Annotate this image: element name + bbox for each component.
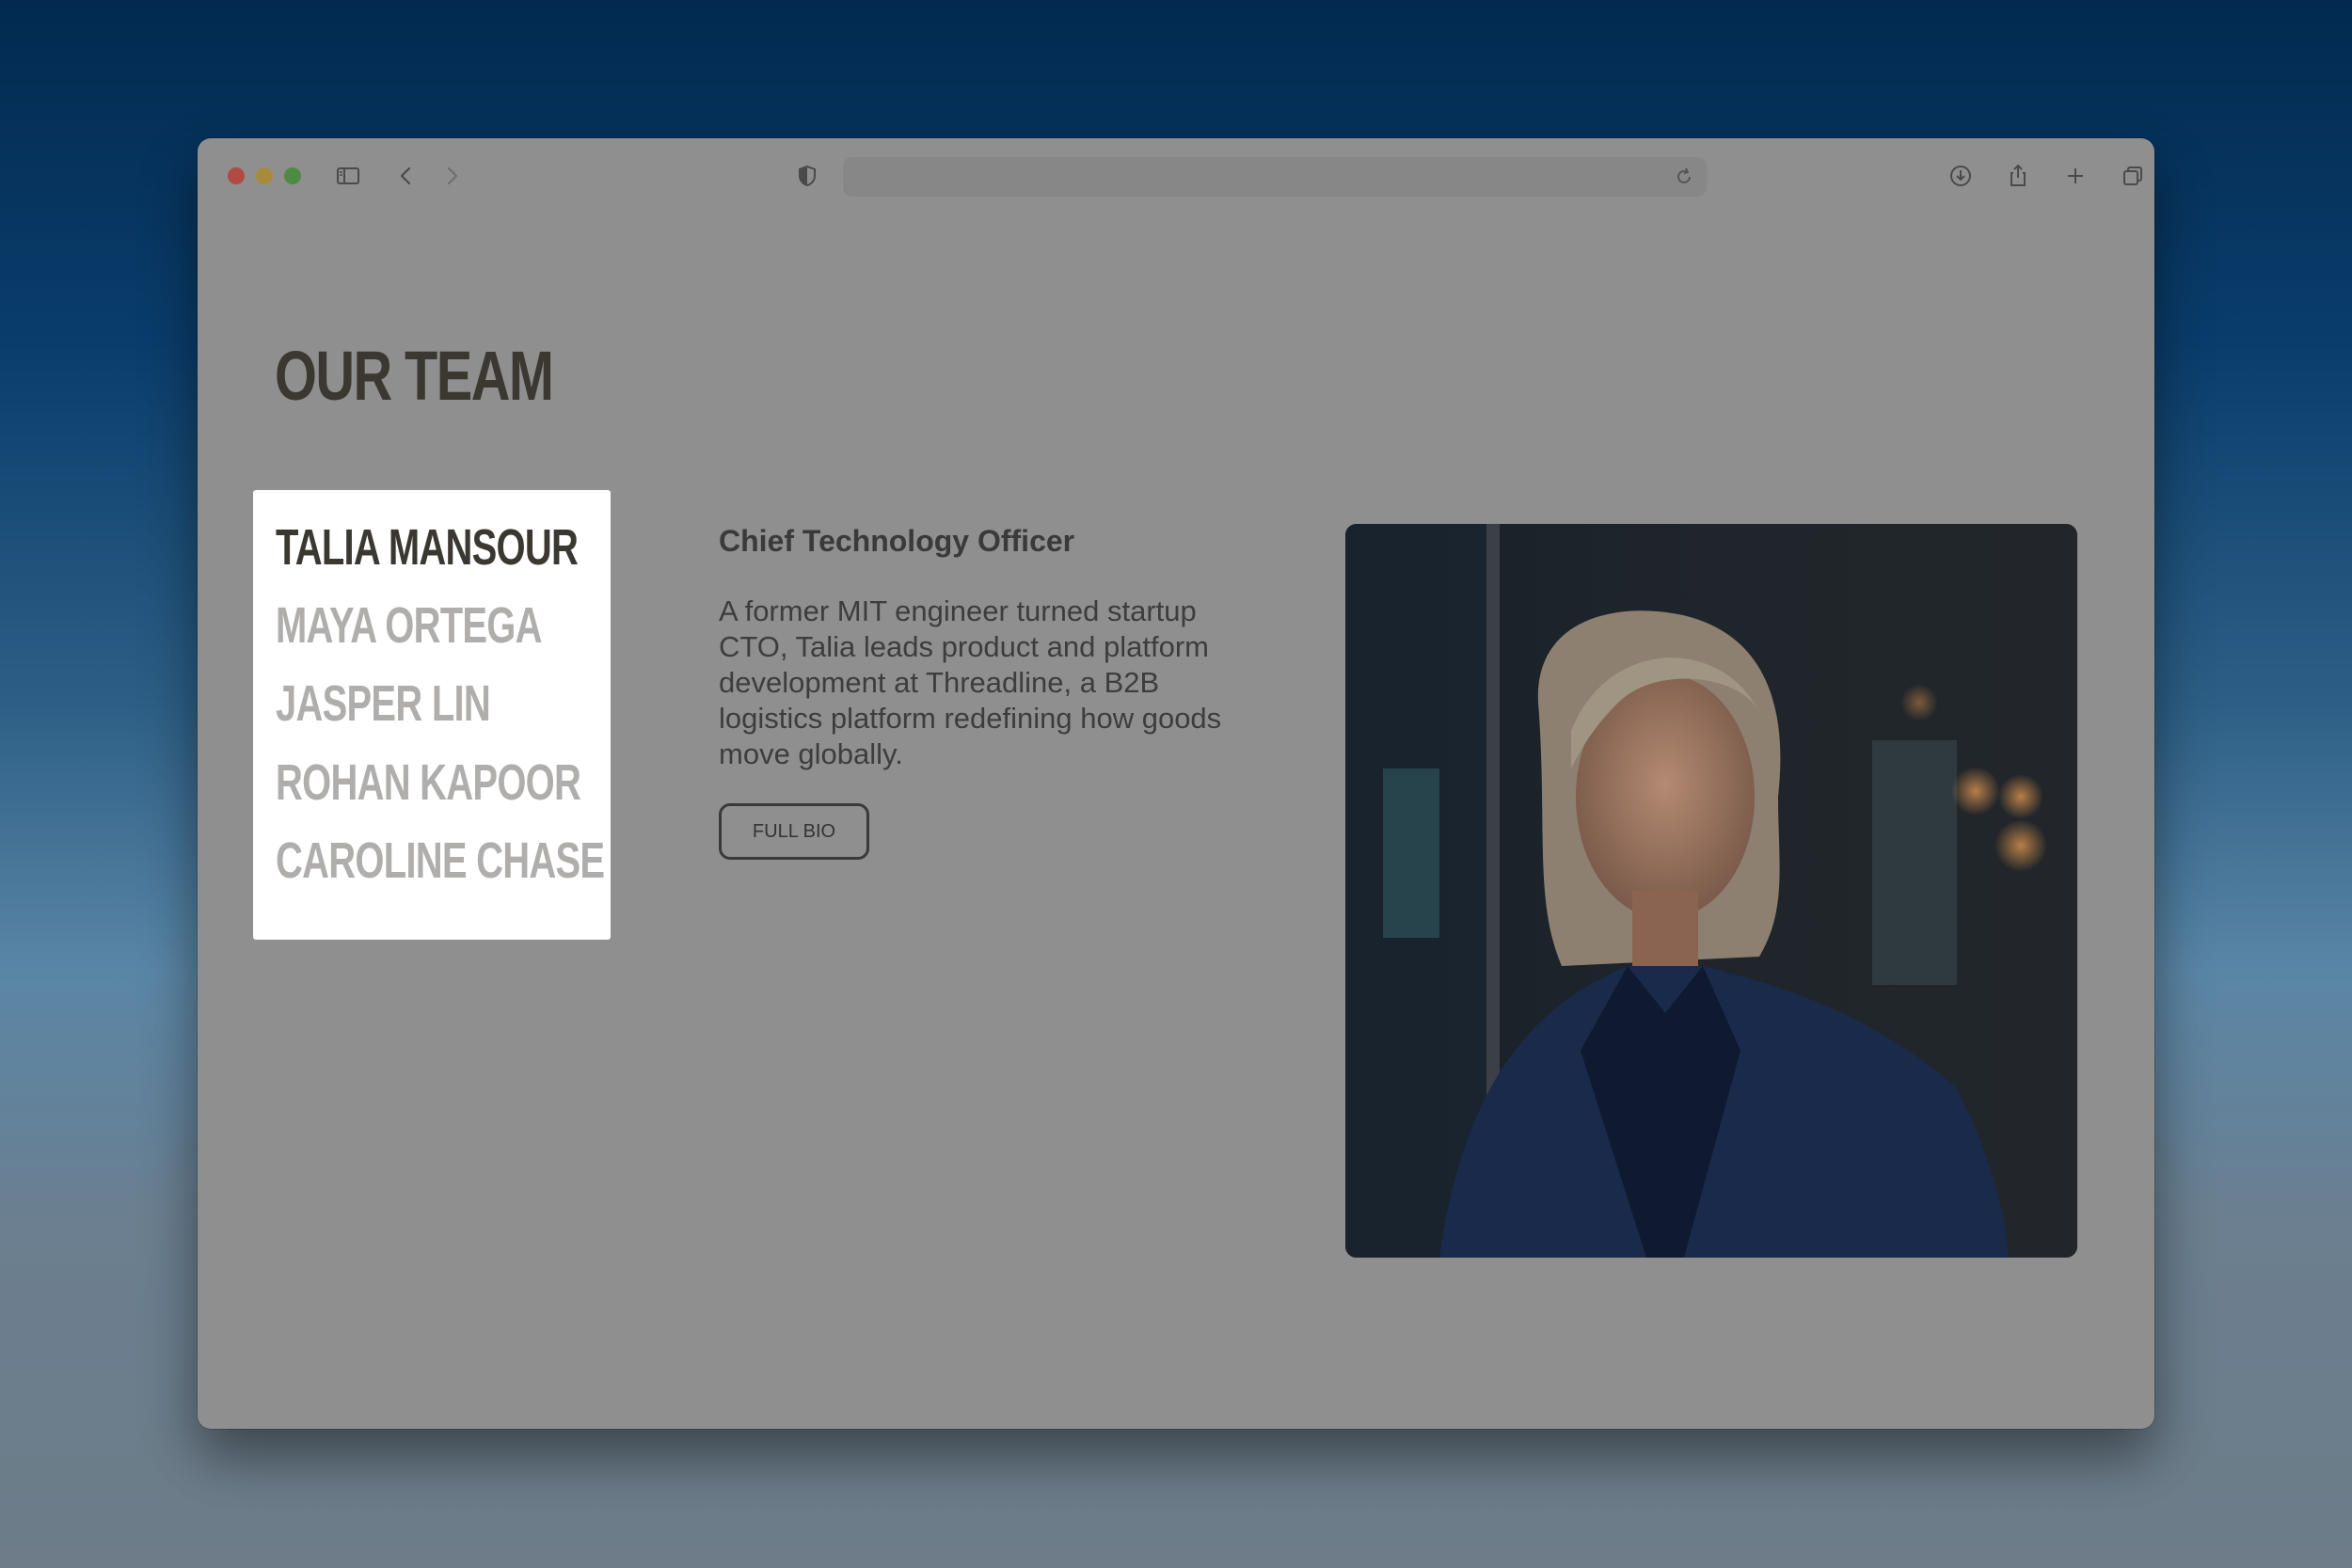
zoom-window-button[interactable] — [284, 167, 301, 184]
browser-window: OUR TEAM TALIA MANSOUR MAYA ORTEGA JASPE… — [198, 138, 2154, 1429]
chevron-right-icon[interactable] — [433, 157, 470, 195]
team-member-rohan-kapoor[interactable]: ROHAN KAPOOR — [276, 753, 581, 819]
close-window-button[interactable] — [228, 167, 245, 184]
member-portrait — [1345, 524, 2077, 1258]
page-title: OUR TEAM — [275, 337, 554, 415]
share-icon[interactable] — [1999, 157, 2037, 195]
team-member-talia-mansour[interactable]: TALIA MANSOUR — [276, 518, 579, 584]
team-member-caroline-chase[interactable]: CAROLINE CHASE — [276, 832, 605, 897]
chevron-left-icon[interactable] — [388, 157, 425, 195]
address-bar[interactable] — [843, 157, 1707, 197]
team-member-jasper-lin[interactable]: JASPER LIN — [276, 674, 491, 740]
reload-icon[interactable] — [1673, 166, 1695, 188]
minimize-window-button[interactable] — [256, 167, 273, 184]
member-bio: A former MIT engineer turned startup CTO… — [719, 594, 1222, 770]
full-bio-button[interactable]: FULL BIO — [719, 803, 869, 860]
team-member-maya-ortega[interactable]: MAYA ORTEGA — [276, 596, 542, 662]
team-member-list: TALIA MANSOUR MAYA ORTEGA JASPER LIN ROH… — [253, 490, 611, 940]
member-role: Chief Technology Officer — [719, 524, 1075, 558]
shield-icon[interactable] — [788, 157, 826, 195]
browser-toolbar — [198, 138, 2154, 214]
download-icon[interactable] — [1942, 157, 1979, 195]
sidebar-icon[interactable] — [329, 157, 367, 195]
tabs-overview-icon[interactable] — [2114, 157, 2152, 195]
plus-icon[interactable] — [2057, 157, 2094, 195]
